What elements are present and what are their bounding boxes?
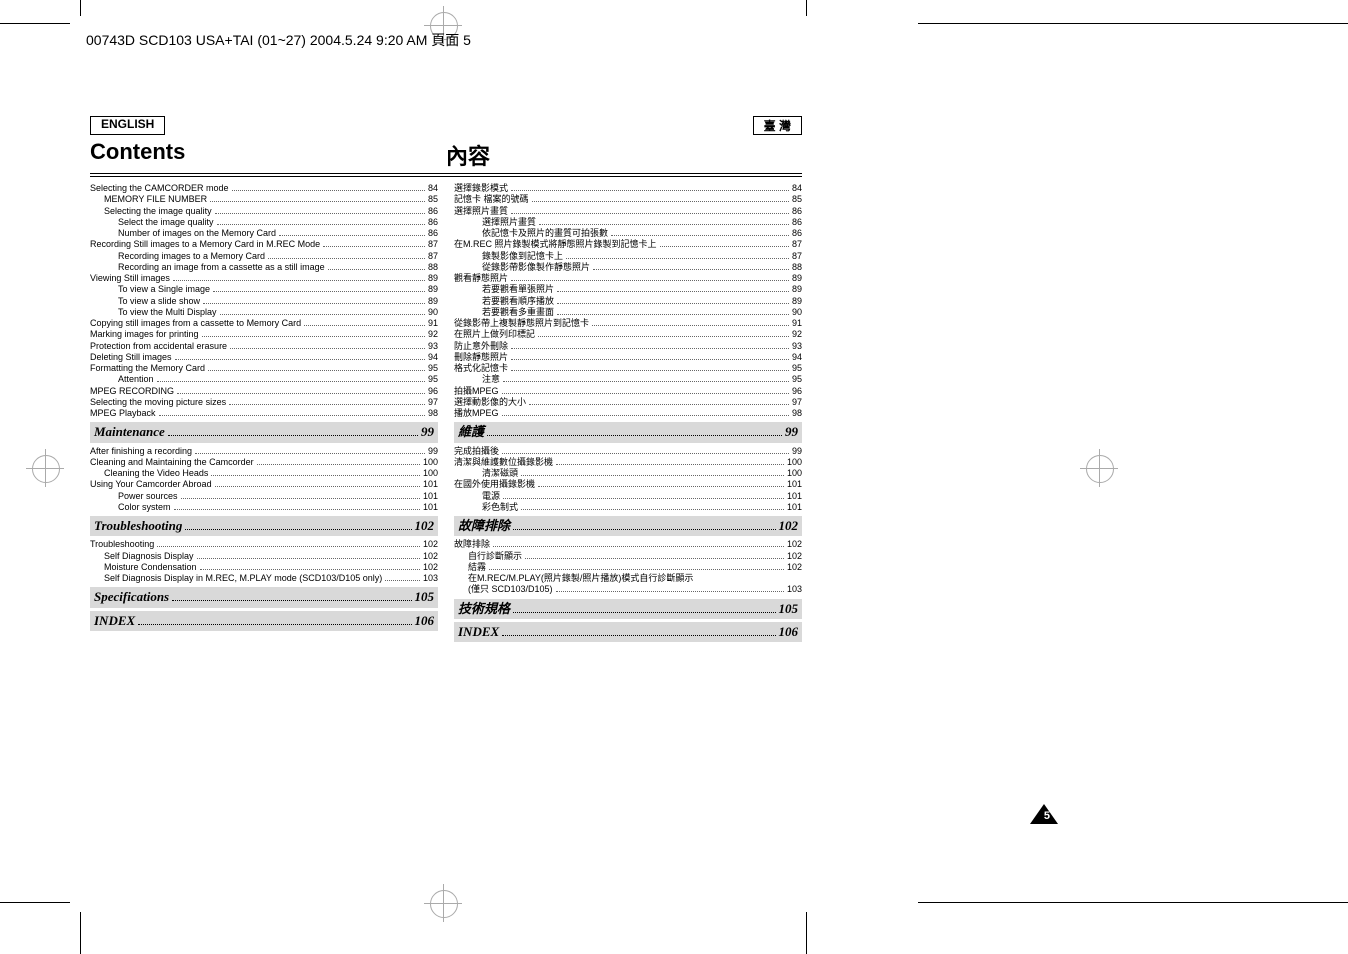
toc-entry: Moisture Condensation102 — [90, 562, 438, 573]
toc-entry: 在國外使用攝錄影機101 — [454, 479, 802, 490]
toc-entry: Protection from accidental erasure93 — [90, 341, 438, 352]
toc-entry: 若要觀看單張照片89 — [454, 284, 802, 295]
toc-entry: Selecting the moving picture sizes97 — [90, 397, 438, 408]
section-troubleshooting-zh: 故障排除102 — [454, 516, 802, 536]
section-maintenance-zh: 維護99 — [454, 422, 802, 442]
toc-entry: Recording Still images to a Memory Card … — [90, 239, 438, 250]
toc-column-english: Selecting the CAMCORDER mode84MEMORY FIL… — [90, 183, 446, 645]
lang-english: ENGLISH — [90, 116, 165, 135]
toc-entry: Cleaning the Video Heads100 — [90, 468, 438, 479]
page-number: 5 — [1044, 810, 1050, 822]
toc-entry: 格式化記憶卡95 — [454, 363, 802, 374]
toc-entry: Deleting Still images94 — [90, 352, 438, 363]
toc-entry: Self Diagnosis Display in M.REC, M.PLAY … — [90, 573, 438, 584]
toc-entry: 播放MPEG98 — [454, 408, 802, 419]
toc-entry: Attention95 — [90, 374, 438, 385]
toc-entry: Viewing Still images89 — [90, 273, 438, 284]
title-contents-zh: 內容 — [446, 137, 802, 173]
toc-entry: 若要觀看多重畫面90 — [454, 307, 802, 318]
toc-entry: Recording an image from a cassette as a … — [90, 262, 438, 273]
toc-entry: 選擇照片畫質86 — [454, 217, 802, 228]
section-maintenance-en: Maintenance99 — [90, 422, 438, 442]
toc-entry: 在M.REC/M.PLAY(照片錄製/照片播放)模式自行診斷顯示 — [454, 573, 802, 584]
toc-entry: Selecting the image quality86 — [90, 206, 438, 217]
toc-entry: To view a slide show89 — [90, 296, 438, 307]
toc-entry: Marking images for printing92 — [90, 329, 438, 340]
toc-entry: Formatting the Memory Card95 — [90, 363, 438, 374]
toc-entry: 注意95 — [454, 374, 802, 385]
toc-entry: Select the image quality86 — [90, 217, 438, 228]
toc-entry: 電源101 — [454, 491, 802, 502]
toc-entry: 選擇動影像的大小97 — [454, 397, 802, 408]
toc-entry: To view the Multi Display90 — [90, 307, 438, 318]
toc-entry: Power sources101 — [90, 491, 438, 502]
toc-entry: Self Diagnosis Display102 — [90, 551, 438, 562]
toc-entry: Using Your Camcorder Abroad101 — [90, 479, 438, 490]
toc-entry: 刪除靜態照片94 — [454, 352, 802, 363]
toc-entry: Color system101 — [90, 502, 438, 513]
toc-entry: After finishing a recording99 — [90, 446, 438, 457]
toc-entry: 拍攝MPEG96 — [454, 386, 802, 397]
toc-entry: 在照片上做列印標記92 — [454, 329, 802, 340]
toc-entry: 記憶卡 檔案的號碼85 — [454, 194, 802, 205]
toc-entry: 觀看靜態照片89 — [454, 273, 802, 284]
toc-entry: 清潔與維護數位攝錄影機100 — [454, 457, 802, 468]
toc-entry: MEMORY FILE NUMBER85 — [90, 194, 438, 205]
toc-entry: 從錄影帶上複製靜態照片到記憶卡91 — [454, 318, 802, 329]
title-contents-en: Contents — [90, 137, 446, 173]
toc-entry: 若要觀看順序播放89 — [454, 296, 802, 307]
toc-entry: MPEG Playback98 — [90, 408, 438, 419]
toc-entry: 彩色制式101 — [454, 502, 802, 513]
toc-entry: 在M.REC 照片錄製模式將靜態照片錄製到記憶卡上87 — [454, 239, 802, 250]
section-specifications-zh: 技術規格105 — [454, 599, 802, 619]
toc-entry: 選擇照片畫質86 — [454, 206, 802, 217]
section-index-zh: INDEX106 — [454, 622, 802, 642]
page-header: 00743D SCD103 USA+TAI (01~27) 2004.5.24 … — [86, 30, 471, 50]
section-specifications-en: Specifications105 — [90, 587, 438, 607]
toc-entry: 依記憶卡及照片的畫質可拍張數86 — [454, 228, 802, 239]
toc-entry: Copying still images from a cassette to … — [90, 318, 438, 329]
toc-entry: 故障排除102 — [454, 539, 802, 550]
toc-entry: Cleaning and Maintaining the Camcorder10… — [90, 457, 438, 468]
toc-entry: 清潔磁頭100 — [454, 468, 802, 479]
toc-entry: 錄製影像到記憶卡上87 — [454, 251, 802, 262]
toc-entry: Number of images on the Memory Card86 — [90, 228, 438, 239]
section-index-en: INDEX106 — [90, 611, 438, 631]
toc-entry: MPEG RECORDING96 — [90, 386, 438, 397]
toc-entry: Selecting the CAMCORDER mode84 — [90, 183, 438, 194]
toc-entry: 選擇錄影模式84 — [454, 183, 802, 194]
lang-taiwan: 臺 灣 — [753, 116, 802, 135]
toc-entry: 完成拍攝後99 — [454, 446, 802, 457]
toc-column-chinese: 選擇錄影模式84記憶卡 檔案的號碼85選擇照片畫質86選擇照片畫質86依記憶卡及… — [446, 183, 802, 645]
toc-entry: To view a Single image89 — [90, 284, 438, 295]
section-troubleshooting-en: Troubleshooting102 — [90, 516, 438, 536]
toc-entry: Recording images to a Memory Card87 — [90, 251, 438, 262]
toc-entry: 防止意外刪除93 — [454, 341, 802, 352]
toc-entry: 結霧102 — [454, 562, 802, 573]
toc-entry: Troubleshooting102 — [90, 539, 438, 550]
toc-entry: 自行診斷顯示102 — [454, 551, 802, 562]
toc-entry: 從錄影帶影像製作靜態照片88 — [454, 262, 802, 273]
toc-entry: (僅只 SCD103/D105)103 — [454, 584, 802, 595]
